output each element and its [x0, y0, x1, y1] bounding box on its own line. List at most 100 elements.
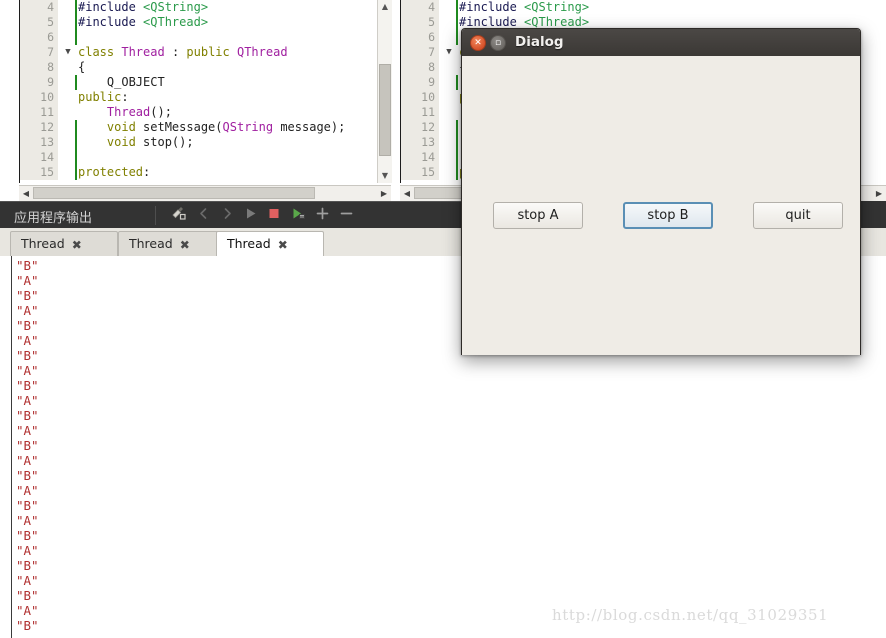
- stop-a-button[interactable]: stop A: [493, 202, 583, 229]
- code-editor-left[interactable]: 4 #include <QString> 5 #include <QThread> 6 7…: [19, 0, 392, 183]
- output-tab-label: Thread: [227, 236, 271, 251]
- close-icon[interactable]: ✖: [72, 233, 82, 257]
- scroll-right-arrow-icon[interactable]: ▶: [872, 186, 886, 201]
- output-line: "A": [16, 453, 39, 468]
- dialog-close-button[interactable]: ✕: [470, 35, 486, 51]
- close-icon: ✕: [474, 38, 482, 48]
- change-marker: [456, 60, 458, 75]
- change-marker: [75, 15, 77, 30]
- scrollbar-thumb[interactable]: [379, 64, 391, 156]
- dialog-maximize-button[interactable]: ▫: [490, 35, 506, 51]
- output-line: "B": [16, 618, 39, 633]
- line-number: 13: [401, 135, 439, 150]
- fold-placeholder: [62, 90, 74, 105]
- output-line: "B": [16, 408, 39, 423]
- stop-square-icon: [264, 206, 284, 221]
- toolbar-separator: [155, 206, 156, 225]
- clean-pane-button[interactable]: [168, 206, 188, 225]
- play-icon: [241, 206, 261, 221]
- stop-b-button[interactable]: stop B: [623, 202, 713, 229]
- output-line: "B": [16, 348, 39, 363]
- application-output-title: 应用程序输出: [14, 211, 93, 226]
- editor-left-vertical-scrollbar[interactable]: ▲ ▼: [377, 0, 392, 183]
- fold-placeholder: [443, 105, 455, 120]
- code-line: 6: [20, 30, 392, 45]
- line-number: 8: [401, 60, 439, 75]
- prev-item-button[interactable]: [193, 206, 213, 225]
- output-tab[interactable]: Thread ✖: [216, 231, 324, 256]
- output-tab[interactable]: Thread ✖: [118, 231, 226, 256]
- fold-placeholder: [443, 150, 455, 165]
- code-token: void: [106, 120, 136, 134]
- line-number: 10: [401, 90, 439, 105]
- line-number: 5: [20, 15, 58, 30]
- change-marker: [456, 90, 458, 105]
- line-number: 13: [20, 135, 58, 150]
- output-line: "A": [16, 483, 39, 498]
- change-marker: [75, 165, 77, 180]
- code-text: Q_OBJECT: [78, 75, 165, 90]
- line-number: 11: [20, 105, 58, 120]
- code-token: public: [186, 45, 237, 59]
- fold-placeholder: [62, 60, 74, 75]
- fold-placeholder: [443, 135, 455, 150]
- scroll-left-arrow-icon[interactable]: ◀: [400, 186, 414, 201]
- change-marker: [75, 105, 77, 120]
- code-token: protected: [78, 165, 144, 179]
- code-token: #include: [459, 15, 525, 29]
- close-icon[interactable]: ✖: [180, 233, 190, 257]
- scroll-down-arrow-icon[interactable]: ▼: [378, 169, 392, 183]
- fold-placeholder: [62, 75, 74, 90]
- change-marker: [75, 60, 77, 75]
- line-number: 6: [20, 30, 58, 45]
- fold-placeholder: [443, 90, 455, 105]
- change-marker: [456, 120, 458, 135]
- output-line: "B": [16, 258, 39, 273]
- output-line: "A": [16, 333, 39, 348]
- dialog-window[interactable]: ✕ ▫ Dialog stop A stop B quit: [461, 28, 861, 355]
- fold-placeholder: [62, 105, 74, 120]
- scroll-left-arrow-icon[interactable]: ◀: [19, 186, 33, 201]
- code-text: #include <QString>: [78, 0, 208, 15]
- code-text: void stop();: [78, 135, 194, 150]
- next-item-button[interactable]: [217, 206, 237, 225]
- fold-arrow-icon[interactable]: ▼: [62, 45, 74, 60]
- scroll-right-arrow-icon[interactable]: ▶: [377, 186, 391, 201]
- plus-icon: [312, 206, 332, 221]
- minimize-pane-button[interactable]: [336, 206, 356, 225]
- stop-button[interactable]: [264, 206, 284, 225]
- code-token: {: [78, 60, 86, 74]
- quit-button[interactable]: quit: [753, 202, 843, 229]
- maximize-pane-button[interactable]: [312, 206, 332, 225]
- change-marker: [75, 135, 77, 150]
- close-icon[interactable]: ✖: [278, 233, 288, 257]
- output-line: "A": [16, 423, 39, 438]
- run-debug-button[interactable]: [288, 206, 308, 225]
- line-number: 12: [401, 120, 439, 135]
- code-token: <QString>: [143, 0, 209, 14]
- dialog-titlebar[interactable]: ✕ ▫ Dialog: [462, 29, 860, 57]
- line-number: 5: [401, 15, 439, 30]
- code-token: <QThread>: [524, 15, 590, 29]
- code-token: public: [78, 90, 122, 104]
- output-tab[interactable]: Thread ✖: [10, 231, 118, 256]
- line-number: 9: [401, 75, 439, 90]
- output-line: "B": [16, 378, 39, 393]
- change-marker: [456, 15, 458, 30]
- scrollbar-thumb[interactable]: [33, 187, 315, 199]
- broom-icon: [168, 206, 188, 221]
- scroll-up-arrow-icon[interactable]: ▲: [378, 0, 392, 14]
- fold-arrow-icon[interactable]: ▼: [443, 45, 455, 60]
- code-text: #include <QThread>: [78, 15, 208, 30]
- output-tab-label: Thread: [129, 236, 173, 251]
- line-number: 9: [20, 75, 58, 90]
- line-number: 7: [20, 45, 58, 60]
- editor-left-horizontal-scrollbar[interactable]: ◀ ▶: [19, 185, 391, 201]
- code-line: 5 #include <QThread>: [20, 15, 392, 30]
- output-line: "B": [16, 468, 39, 483]
- code-token: Q_OBJECT: [78, 75, 165, 89]
- change-marker: [75, 90, 77, 105]
- run-button[interactable]: [241, 206, 261, 225]
